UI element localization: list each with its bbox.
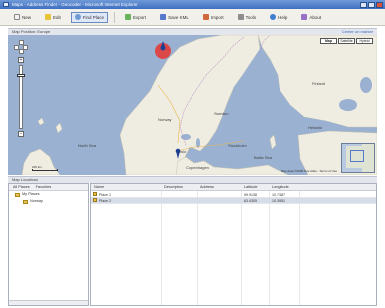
toolbar-separator [114,11,116,23]
new-icon [14,14,20,20]
tab-all-places[interactable]: All Places [13,184,30,190]
tools-label: Tools [245,14,257,20]
tree-item-my-places[interactable]: My Places [9,191,88,198]
locations-grid: Name Description Address Latitude Longit… [90,183,377,306]
marker-blue-dot [175,148,181,154]
pan-control [14,40,28,54]
overview-map[interactable] [341,143,375,173]
locations-panel-title: Map Locations [12,177,39,182]
locations-panel-header: Map Locations [8,176,377,183]
main-toolbar: New Edit Find Place Export Save KML Impo… [0,9,385,26]
label-north-sea: North Sea [78,143,97,148]
kml-icon [160,14,167,20]
window-title: Maps - Address Finder - Geocoder - Micro… [12,2,138,7]
minimize-icon[interactable] [360,1,367,8]
map-panel-header: Map Position: Europe Center on marker [8,28,377,35]
label-stockholm: Stockholm [228,143,247,148]
window-controls [360,1,383,8]
edit-icon [45,14,52,20]
column-header-longitude[interactable]: Longitude [272,184,289,190]
label-helsinki: Helsinki [308,125,322,130]
scale-label: 200 km [32,165,42,169]
export-icon [125,14,132,20]
scale-bar [32,169,58,171]
tree-item-norway[interactable]: Norway [9,198,88,205]
placemark-icon [93,198,97,202]
places-tree-pane: All Places Favorites My Places Norway [8,183,89,306]
save-kml-label: Save KML [168,14,189,20]
close-icon[interactable] [376,1,383,8]
map-copyright: Map data ©2008 Tele Atlas - Terms of Use [280,169,337,173]
grid-header: Name Description Address Latitude Longit… [91,184,376,191]
column-header-name[interactable]: Name [94,184,104,190]
about-label: About [309,14,322,20]
import-icon [202,14,209,20]
edit-button[interactable]: Edit [41,12,65,23]
map-scale: 200 km [32,165,58,171]
folder-icon [15,192,20,197]
map-panel-title: Map Position: Europe [12,29,51,34]
tree-item-label: Norway [30,199,43,203]
faroe-land [37,117,45,126]
import-button[interactable]: Import [199,12,228,23]
zoom-control: + − [14,40,28,138]
zoom-out-button[interactable]: − [18,131,24,137]
row-longitude: 10.3951 [272,199,285,203]
placemark-icon [93,192,97,196]
tools-icon [237,14,244,20]
row-latitude: 63.4305 [244,199,257,203]
label-finland: Finland [312,81,325,86]
table-row[interactable]: Place 2 63.4305 10.3951 [91,198,376,204]
column-header-description[interactable]: Description [164,184,183,190]
column-header-address[interactable]: Address [200,184,214,190]
import-label: Import [210,14,224,20]
search-icon [74,14,81,20]
tools-button[interactable]: Tools [234,12,261,23]
help-icon [270,14,277,20]
export-button[interactable]: Export [121,12,150,23]
find-place-button[interactable]: Find Place [70,11,109,23]
map-canvas[interactable]: North Sea Norway Sweden Finland Oslo Sto… [8,35,377,175]
row-name: Place 2 [99,199,111,203]
pan-down-icon[interactable] [18,49,24,54]
edit-label: Edit [53,14,61,20]
marker-red-group [155,41,171,59]
map-type-hybrid[interactable]: Hybrid [356,38,373,44]
ie-app-icon [3,2,9,7]
map-type-map[interactable]: Map [320,38,337,44]
help-button[interactable]: Help [266,12,291,23]
map-type-switcher: Map Satellite Hybrid [320,38,373,44]
horizontal-scrollbar[interactable] [9,300,88,305]
map-type-satellite[interactable]: Satellite [338,38,355,44]
tree-item-label: My Places [22,192,40,196]
zoom-in-button[interactable]: + [18,57,24,63]
map-view[interactable]: North Sea Norway Sweden Finland Oslo Sto… [8,35,377,175]
label-baltic: Baltic Sea [254,155,273,160]
lake-ladoga [339,99,357,111]
pan-right-icon[interactable] [23,44,28,50]
find-place-label: Find Place [82,14,105,20]
column-header-latitude[interactable]: Latitude [244,184,258,190]
title-bar: Maps - Address Finder - Geocoder - Micro… [0,0,385,9]
scotland-land [21,148,61,175]
new-label: New [22,14,32,20]
folder-icon [23,199,28,204]
tab-favorites[interactable]: Favorites [36,184,52,190]
about-icon [301,14,308,20]
about-button[interactable]: About [297,12,325,23]
zoom-slider-handle[interactable] [17,74,25,77]
new-button[interactable]: New [10,12,35,23]
label-sweden: Sweden [214,111,228,116]
lake-onega [360,77,372,93]
label-norway: Norway [158,117,172,122]
gotland-land [269,134,277,150]
label-copenhagen: Copenhagen [186,165,209,170]
overview-viewport[interactable] [350,150,364,162]
maximize-icon[interactable] [368,1,375,8]
help-label: Help [278,14,288,20]
places-tabs: All Places Favorites [9,184,88,191]
save-kml-button[interactable]: Save KML [156,12,193,23]
shetland-land [55,122,63,134]
export-label: Export [133,14,147,20]
